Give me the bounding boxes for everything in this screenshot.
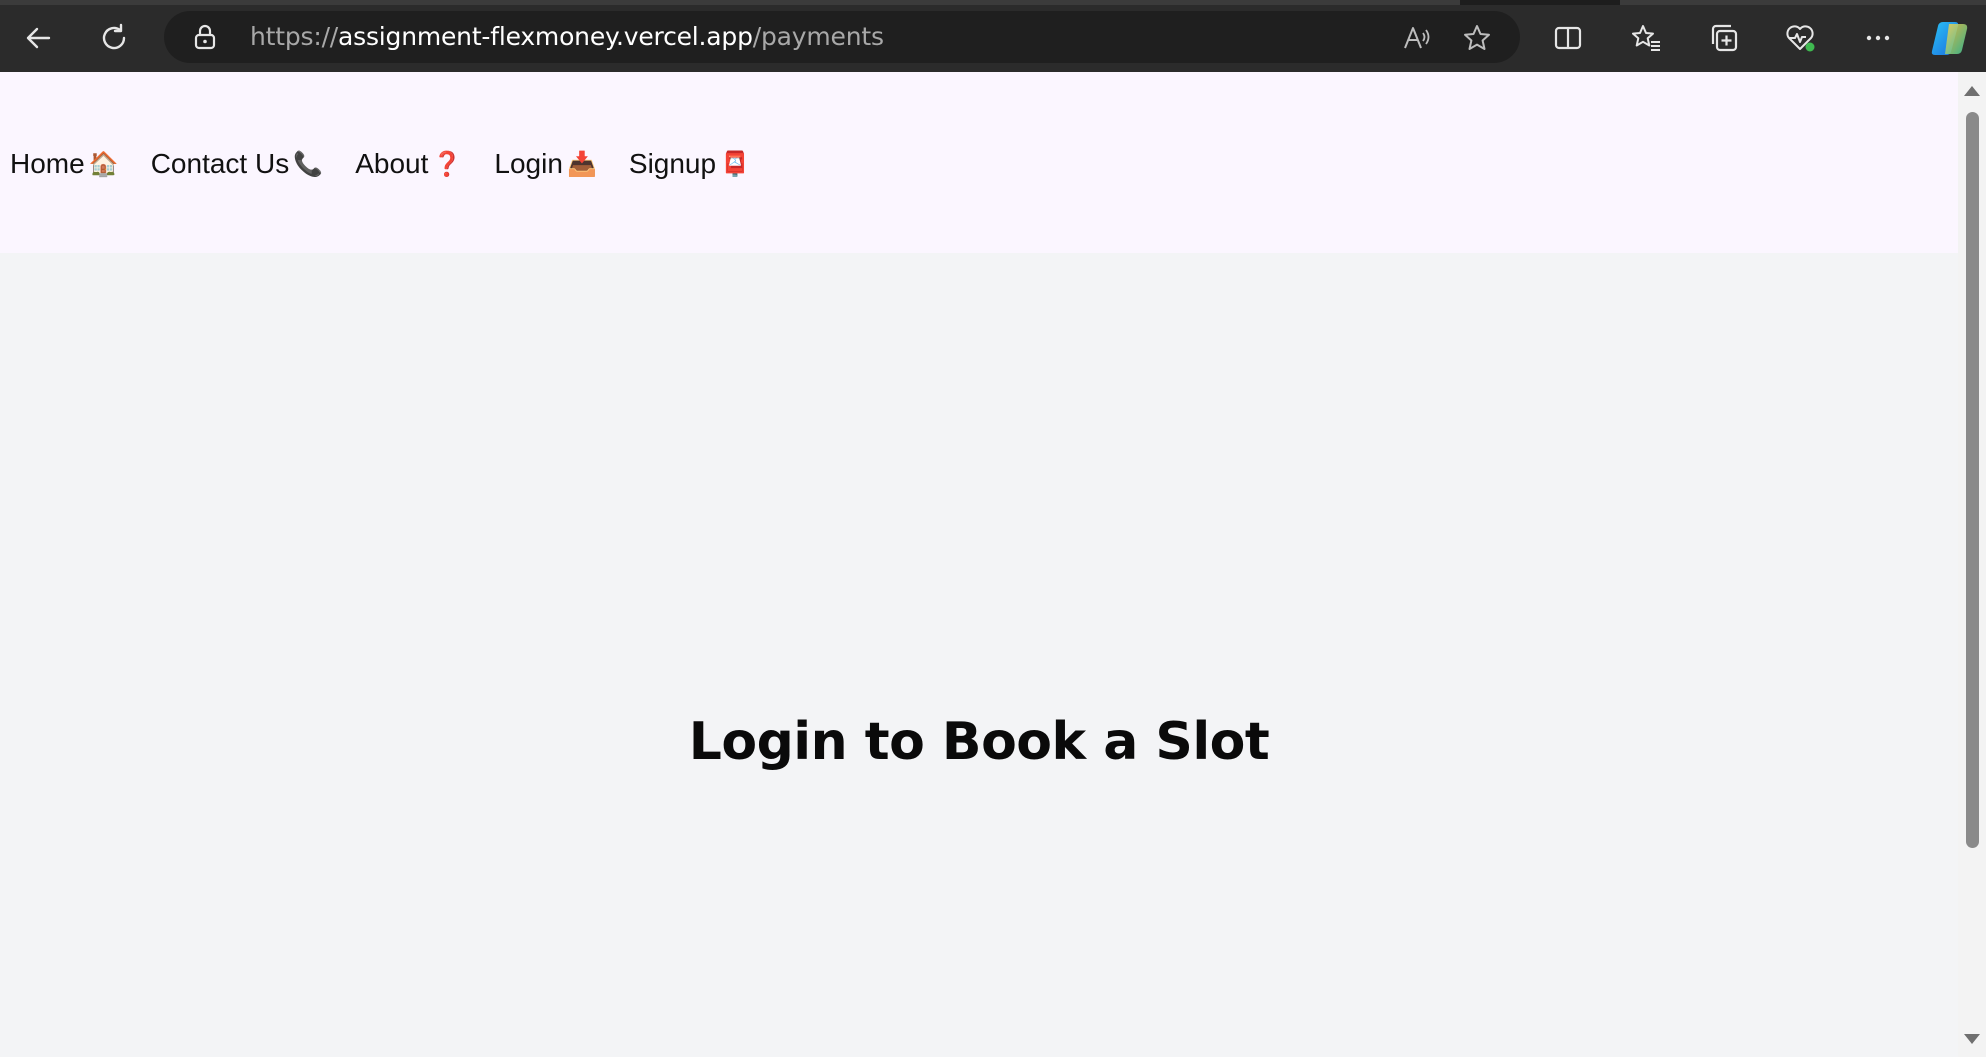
url-host: assignment-flexmoney.vercel.app (338, 22, 753, 51)
navbar: Home 🏠 Contact Us 📞 About ❓ Login 📥 Sign… (0, 72, 1958, 253)
star-icon (1464, 25, 1490, 50)
nav-login-link[interactable]: Login 📥 (494, 146, 597, 182)
nav-home-label: Home (10, 148, 85, 179)
url-scheme: https:// (250, 22, 339, 51)
more-icon (1866, 35, 1890, 41)
add-favorite-button[interactable] (1460, 21, 1494, 55)
back-arrow-icon (26, 27, 51, 49)
refresh-button[interactable] (90, 14, 138, 62)
postbox-icon: 📮 (720, 150, 751, 178)
copilot-button[interactable] (1926, 14, 1974, 62)
favorites-icon (1632, 25, 1660, 51)
nav-about-label: About (355, 148, 429, 179)
nav-home-link[interactable]: Home 🏠 (10, 146, 119, 182)
scroll-down-arrow-icon[interactable] (1964, 1034, 1980, 1044)
house-icon: 🏠 (88, 150, 119, 178)
nav-contact-link[interactable]: Contact Us 📞 (151, 146, 324, 182)
favorites-button[interactable] (1622, 14, 1670, 62)
nav-contact-label: Contact Us (150, 148, 290, 179)
url-path: /payments (752, 22, 884, 51)
lock-icon (194, 24, 216, 50)
page-viewport: Home 🏠 Contact Us 📞 About ❓ Login 📥 Sign… (0, 72, 1958, 1057)
back-button[interactable] (14, 14, 62, 62)
inbox-tray-icon: 📥 (566, 150, 597, 178)
phone-icon: 📞 (293, 150, 324, 178)
vertical-scrollbar[interactable] (1958, 72, 1986, 1057)
collections-icon (1711, 24, 1738, 52)
browser-essentials-icon (1786, 25, 1815, 52)
tab-strip-segment (1620, 0, 1986, 5)
nav-signup-label: Signup (628, 148, 717, 179)
nav-links: Home 🏠 Contact Us 📞 About ❓ Login 📥 Sign… (10, 146, 782, 182)
scrollbar-thumb[interactable] (1966, 112, 1979, 848)
scroll-up-arrow-icon[interactable] (1964, 86, 1980, 96)
refresh-icon (102, 23, 126, 50)
browser-toolbar: https://assignment-flexmoney.vercel.app/… (0, 0, 1986, 72)
nav-signup-link[interactable]: Signup 📮 (629, 146, 750, 182)
tab-strip-segment (0, 0, 1460, 5)
url-text[interactable]: https://assignment-flexmoney.vercel.app/… (250, 23, 884, 51)
copilot-icon (1931, 22, 1968, 55)
tab-strip (0, 0, 1986, 5)
collections-button[interactable] (1700, 14, 1748, 62)
read-aloud-button[interactable] (1400, 21, 1434, 55)
more-button[interactable] (1854, 14, 1902, 62)
browser-essentials-button[interactable] (1776, 14, 1824, 62)
split-screen-button[interactable] (1544, 14, 1592, 62)
address-bar[interactable]: https://assignment-flexmoney.vercel.app/… (164, 11, 1520, 63)
question-mark-icon: ❓ (432, 150, 463, 178)
page-title: Login to Book a Slot (688, 712, 1270, 772)
read-aloud-icon (1404, 27, 1430, 49)
split-screen-icon (1554, 26, 1582, 50)
nav-login-label: Login (494, 148, 563, 179)
nav-about-link[interactable]: About ❓ (355, 146, 462, 182)
site-info-button[interactable] (192, 24, 218, 50)
